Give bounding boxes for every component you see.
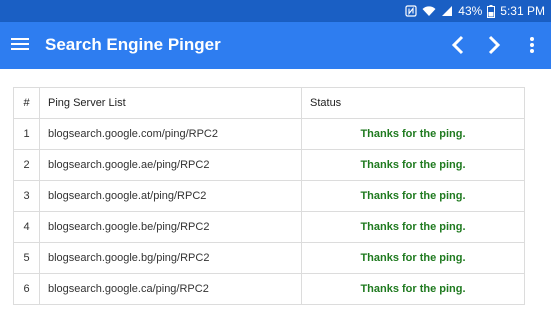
content-area: # Ping Server List Status 1 blogsearch.g… <box>0 69 551 310</box>
battery-level: 43% <box>458 4 483 18</box>
row-status: Thanks for the ping. <box>301 180 525 212</box>
row-status: Thanks for the ping. <box>301 242 525 274</box>
table-row: 3 blogsearch.google.at/ping/RPC2 Thanks … <box>13 180 525 212</box>
status-bar: 43% 5:31 PM <box>0 0 551 22</box>
table-header-row: # Ping Server List Status <box>13 87 525 119</box>
row-server: blogsearch.google.ca/ping/RPC2 <box>39 273 302 305</box>
row-status: Thanks for the ping. <box>301 118 525 150</box>
table-row: 1 blogsearch.google.com/ping/RPC2 Thanks… <box>13 118 525 150</box>
row-number: 2 <box>13 149 40 181</box>
row-status: Thanks for the ping. <box>301 211 525 243</box>
row-status: Thanks for the ping. <box>301 273 525 305</box>
row-status: Thanks for the ping. <box>301 149 525 181</box>
row-server: blogsearch.google.be/ping/RPC2 <box>39 211 302 243</box>
battery-icon <box>487 4 496 18</box>
row-server: blogsearch.google.com/ping/RPC2 <box>39 118 302 150</box>
row-number: 1 <box>13 118 40 150</box>
clock: 5:31 PM <box>500 4 545 18</box>
row-number: 4 <box>13 211 40 243</box>
app-title: Search Engine Pinger <box>45 35 221 54</box>
chevron-left-icon[interactable] <box>449 34 467 56</box>
row-server: blogsearch.google.bg/ping/RPC2 <box>39 242 302 274</box>
row-number: 3 <box>13 180 40 212</box>
ping-server-table: # Ping Server List Status 1 blogsearch.g… <box>13 87 525 305</box>
signal-icon <box>441 5 453 17</box>
table-row: 6 blogsearch.google.ca/ping/RPC2 Thanks … <box>13 273 525 305</box>
row-number: 5 <box>13 242 40 274</box>
row-number: 6 <box>13 273 40 305</box>
app-bar: Search Engine Pinger <box>0 22 551 69</box>
header-status: Status <box>301 87 525 119</box>
table-row: 4 blogsearch.google.be/ping/RPC2 Thanks … <box>13 211 525 243</box>
row-server: blogsearch.google.at/ping/RPC2 <box>39 180 302 212</box>
chevron-right-icon[interactable] <box>485 34 503 56</box>
table-row: 5 blogsearch.google.bg/ping/RPC2 Thanks … <box>13 242 525 274</box>
nfc-icon <box>405 5 417 17</box>
header-number: # <box>13 87 40 119</box>
table-row: 2 blogsearch.google.ae/ping/RPC2 Thanks … <box>13 149 525 181</box>
header-ping-server-list: Ping Server List <box>39 87 302 119</box>
wifi-icon <box>422 5 436 17</box>
row-server: blogsearch.google.ae/ping/RPC2 <box>39 149 302 181</box>
more-vert-icon[interactable] <box>526 34 538 56</box>
menu-icon[interactable] <box>10 36 30 52</box>
